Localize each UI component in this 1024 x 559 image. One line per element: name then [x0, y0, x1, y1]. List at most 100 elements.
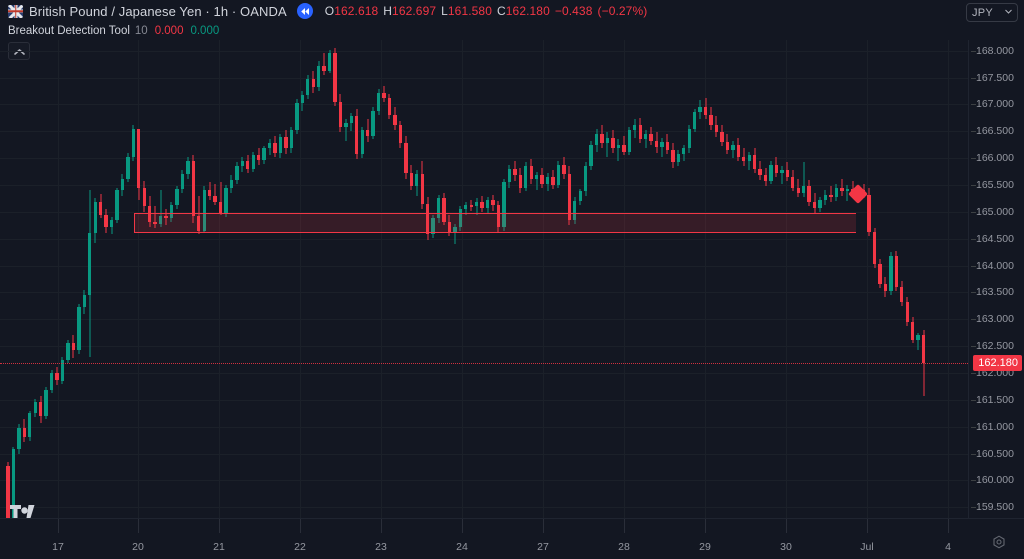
- candlestick-body: [725, 142, 730, 151]
- gear-icon[interactable]: [991, 535, 1007, 551]
- candlestick-body: [251, 155, 255, 169]
- price-axis-tick-dash: [971, 238, 976, 240]
- candlestick: [311, 71, 315, 93]
- candlestick-wick: [476, 198, 478, 215]
- candlestick: [186, 157, 190, 179]
- candlestick-body: [834, 187, 839, 197]
- candlestick: [93, 198, 97, 243]
- candlestick: [28, 410, 32, 441]
- candlestick: [594, 128, 599, 152]
- candlestick: [671, 143, 675, 168]
- gridline-vertical: [543, 40, 544, 518]
- indicator-value-1: 0.000: [154, 25, 184, 37]
- price-axis-tick-dash: [971, 426, 976, 428]
- candlestick-body: [780, 169, 784, 174]
- currency-selector[interactable]: JPY: [966, 3, 1018, 22]
- candlestick: [257, 148, 261, 165]
- ohlc-open-value: 162.618: [334, 4, 379, 18]
- candlestick-body: [807, 186, 811, 203]
- candlestick: [714, 116, 719, 137]
- candlestick-body: [44, 390, 48, 416]
- candlestick: [229, 175, 234, 194]
- tradingview-logo-icon[interactable]: [10, 504, 36, 521]
- candlestick: [758, 160, 762, 180]
- last-price-line: [0, 363, 968, 365]
- candlestick-body: [28, 412, 32, 438]
- gridline-horizontal: [0, 265, 968, 267]
- price-axis-tick: 166.500: [971, 125, 1014, 137]
- candlestick-body: [338, 101, 343, 127]
- ohlc-close-value: 162.180: [505, 4, 550, 18]
- breakout-resistance-zone[interactable]: [134, 213, 856, 234]
- candlestick-body: [306, 78, 310, 95]
- candlestick-body: [763, 175, 768, 181]
- candlestick: [507, 164, 512, 188]
- time-axis[interactable]: 17 20 21 22 23 24 27 28 29 30 Jul 4: [0, 518, 1024, 559]
- candlestick: [654, 132, 659, 153]
- candlestick-body: [131, 128, 136, 158]
- candlestick-body: [93, 202, 97, 234]
- candlestick-body: [687, 128, 691, 149]
- gridline-horizontal: [0, 399, 968, 401]
- ohlc-close-label: C: [496, 4, 506, 18]
- symbol-title[interactable]: British Pound / Japanese Yen · 1h · OAND…: [29, 4, 287, 19]
- uk-flag-icon: [8, 4, 23, 18]
- price-axis-tick-dash: [971, 453, 976, 455]
- candlestick: [333, 48, 337, 106]
- candlestick: [137, 128, 141, 201]
- candlestick-body: [840, 187, 844, 192]
- candlestick-body: [17, 427, 21, 450]
- candlestick-body: [627, 130, 631, 152]
- indicator-name[interactable]: Breakout Detection Tool: [8, 25, 130, 37]
- candlestick-body: [66, 342, 70, 361]
- candlestick-body: [322, 65, 326, 72]
- rewind-icon[interactable]: [296, 3, 313, 19]
- last-price-tag[interactable]: 162.180: [973, 355, 1022, 372]
- price-axis-tick: 163.000: [971, 313, 1014, 325]
- candlestick-body: [894, 255, 899, 288]
- candlestick-body: [921, 335, 926, 364]
- candlestick-body: [371, 110, 375, 136]
- candlestick: [126, 152, 130, 183]
- time-axis-tick-mark: [624, 519, 625, 533]
- indicator-legend-row[interactable]: Breakout Detection Tool 10 0.000 0.000: [0, 22, 1024, 40]
- candlestick: [638, 117, 642, 144]
- gridline-horizontal: [0, 77, 968, 79]
- chart-plot-area[interactable]: [0, 40, 968, 518]
- candlestick-body: [845, 189, 849, 192]
- candlestick: [643, 130, 648, 149]
- price-axis-tick-dash: [971, 346, 976, 348]
- candlestick-body: [415, 174, 419, 187]
- candlestick-body: [911, 321, 915, 340]
- time-axis-tick: 24: [456, 541, 468, 553]
- time-axis-tick: 23: [375, 541, 387, 553]
- time-axis-tick: 28: [618, 541, 630, 553]
- candlestick-body: [218, 202, 223, 213]
- candlestick: [807, 179, 811, 207]
- candlestick-body: [524, 166, 528, 188]
- candlestick-body: [404, 143, 408, 174]
- candlestick: [649, 127, 653, 145]
- candlestick-body: [22, 427, 27, 438]
- candlestick-body: [469, 205, 473, 207]
- candlestick: [878, 259, 882, 289]
- candlestick-wick: [645, 130, 647, 149]
- candlestick-body: [109, 219, 114, 227]
- candlestick-body: [785, 169, 790, 177]
- gridline-horizontal: [0, 319, 968, 321]
- candlestick: [393, 107, 397, 131]
- candlestick-body: [518, 175, 522, 188]
- candlestick: [66, 339, 70, 364]
- gridline-horizontal: [0, 50, 968, 52]
- candlestick: [224, 185, 228, 218]
- ohlc-low-label: L: [441, 4, 448, 18]
- candlestick: [725, 133, 730, 154]
- candlestick: [889, 252, 893, 296]
- candlestick-body: [115, 190, 119, 220]
- candlestick: [556, 160, 561, 188]
- candlestick-body: [600, 133, 604, 144]
- candlestick: [534, 171, 539, 191]
- gridline-horizontal: [0, 426, 968, 428]
- gridline-vertical: [58, 40, 59, 518]
- price-axis[interactable]: 168.000 167.500 167.000 166.500 166.000 165.5…: [968, 40, 1024, 518]
